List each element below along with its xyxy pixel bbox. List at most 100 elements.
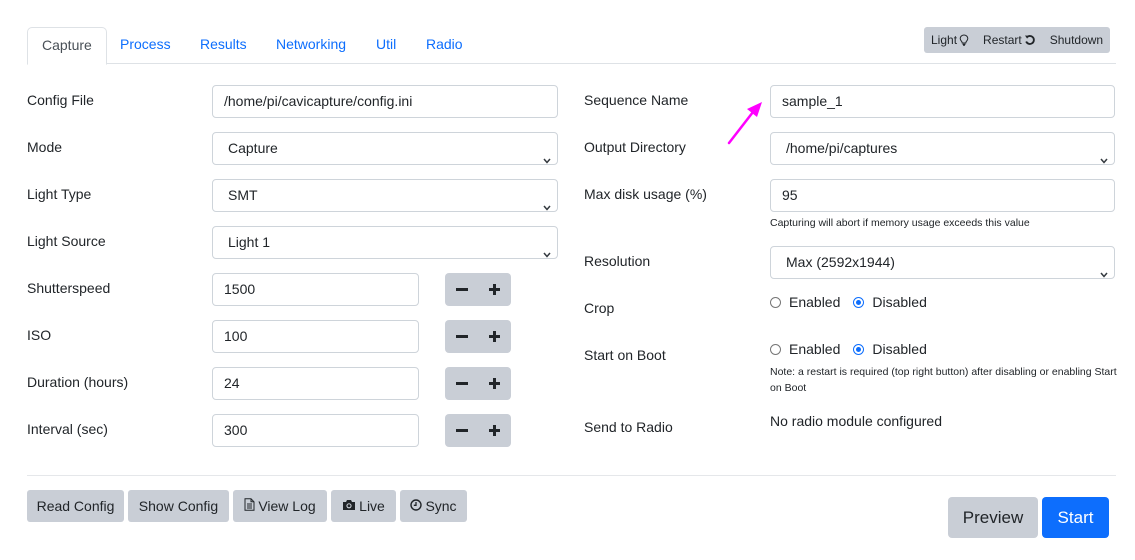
light-type-value: SMT	[228, 187, 258, 203]
lightbulb-icon	[959, 34, 969, 46]
config-file-input[interactable]: /home/pi/cavicapture/config.ini	[212, 85, 558, 118]
chevron-down-icon	[543, 238, 551, 258]
iso-input[interactable]: 100	[212, 320, 419, 353]
restart-button[interactable]: Restart	[976, 27, 1043, 53]
sync-button[interactable]: Sync	[400, 490, 467, 522]
mode-value: Capture	[228, 140, 278, 156]
chevron-down-icon	[543, 144, 551, 164]
output-directory-select[interactable]: /home/pi/captures	[770, 132, 1115, 165]
decrement-button[interactable]	[445, 414, 478, 447]
resolution-label: Resolution	[584, 253, 651, 269]
light-source-label: Light Source	[27, 233, 106, 249]
start-on-boot-enabled-radio[interactable]: Enabled	[770, 341, 840, 357]
plus-icon	[489, 378, 500, 389]
plus-icon	[489, 425, 500, 436]
iso-stepper	[445, 320, 511, 353]
shutterspeed-label: Shutterspeed	[27, 280, 111, 296]
crop-enabled-radio[interactable]: Enabled	[770, 294, 840, 310]
interval-label: Interval (sec)	[27, 421, 108, 437]
tab-radio[interactable]: Radio	[412, 27, 477, 64]
live-button[interactable]: Live	[331, 490, 396, 522]
chevron-down-icon	[543, 191, 551, 211]
radio-checked-icon	[853, 343, 865, 355]
config-file-label: Config File	[27, 92, 94, 108]
mode-select[interactable]: Capture	[212, 132, 558, 165]
plus-icon	[489, 284, 500, 295]
sync-label: Sync	[425, 498, 457, 514]
view-log-button[interactable]: View Log	[233, 490, 327, 522]
minus-icon	[455, 382, 468, 385]
crop-label: Crop	[584, 300, 615, 316]
minus-icon	[455, 429, 468, 432]
restart-icon	[1024, 34, 1036, 46]
output-directory-value: /home/pi/captures	[786, 140, 898, 156]
start-on-boot-radio-group: Enabled Disabled	[770, 341, 940, 357]
max-disk-usage-help: Capturing will abort if memory usage exc…	[770, 217, 1030, 229]
increment-button[interactable]	[478, 273, 511, 306]
view-log-label: View Log	[258, 498, 316, 514]
plus-icon	[489, 331, 500, 342]
chevron-down-icon	[1100, 258, 1108, 278]
start-on-boot-label: Start on Boot	[584, 347, 666, 363]
iso-label: ISO	[27, 327, 52, 343]
minus-icon	[455, 335, 468, 338]
start-on-boot-help: Note: a restart is required (top right b…	[770, 366, 1117, 394]
max-disk-usage-label: Max disk usage (%)	[584, 186, 707, 202]
decrement-button[interactable]	[445, 273, 478, 306]
capture-page: Capture Process Results Networking Util …	[0, 0, 1135, 560]
light-label: Light	[931, 33, 958, 47]
crop-radio-group: Enabled Disabled	[770, 294, 940, 310]
start-on-boot-disabled-label: Disabled	[872, 341, 927, 357]
light-type-select[interactable]: SMT	[212, 179, 558, 212]
start-on-boot-enabled-label: Enabled	[789, 341, 841, 357]
start-on-boot-disabled-radio[interactable]: Disabled	[853, 341, 927, 357]
max-disk-usage-input[interactable]: 95	[770, 179, 1115, 212]
divider	[27, 475, 1116, 476]
interval-input[interactable]: 300	[212, 414, 419, 447]
light-button[interactable]: Light	[924, 27, 976, 53]
shutterspeed-stepper	[445, 273, 511, 306]
mode-label: Mode	[27, 139, 63, 155]
interval-stepper	[445, 414, 511, 447]
duration-input[interactable]: 24	[212, 367, 419, 400]
crop-disabled-label: Disabled	[872, 294, 927, 310]
crop-disabled-radio[interactable]: Disabled	[853, 294, 927, 310]
resolution-select[interactable]: Max (2592x1944)	[770, 246, 1115, 279]
tab-util[interactable]: Util	[362, 27, 410, 64]
restart-label: Restart	[983, 33, 1022, 47]
light-source-select[interactable]: Light 1	[212, 226, 558, 259]
camera-icon	[342, 490, 356, 522]
shutterspeed-input[interactable]: 1500	[212, 273, 419, 306]
minus-icon	[455, 288, 468, 291]
tab-capture[interactable]: Capture	[27, 27, 107, 65]
live-label: Live	[359, 498, 385, 514]
radio-unchecked-icon	[770, 343, 781, 355]
chevron-down-icon	[1100, 144, 1108, 164]
tab-results[interactable]: Results	[186, 27, 261, 64]
file-text-icon	[244, 490, 255, 522]
light-type-label: Light Type	[27, 186, 92, 202]
system-button-group: Light Restart Shutdown	[924, 27, 1111, 53]
sequence-name-input[interactable]: sample_1	[770, 85, 1115, 118]
duration-label: Duration (hours)	[27, 374, 129, 390]
shutdown-label: Shutdown	[1049, 33, 1104, 47]
decrement-button[interactable]	[445, 320, 478, 353]
increment-button[interactable]	[478, 414, 511, 447]
increment-button[interactable]	[478, 320, 511, 353]
radio-checked-icon	[853, 296, 865, 308]
show-config-button[interactable]: Show Config	[128, 490, 229, 522]
output-directory-label: Output Directory	[584, 139, 686, 155]
clock-icon	[410, 490, 423, 522]
preview-button[interactable]: Preview	[948, 497, 1038, 538]
increment-button[interactable]	[478, 367, 511, 400]
tab-process[interactable]: Process	[106, 27, 185, 64]
shutdown-button[interactable]: Shutdown	[1043, 27, 1110, 53]
sequence-name-label: Sequence Name	[584, 92, 689, 108]
light-source-value: Light 1	[228, 234, 271, 250]
duration-stepper	[445, 367, 511, 400]
tab-networking[interactable]: Networking	[262, 27, 360, 64]
read-config-button[interactable]: Read Config	[27, 490, 124, 522]
send-to-radio-label: Send to Radio	[584, 419, 673, 435]
decrement-button[interactable]	[445, 367, 478, 400]
start-button[interactable]: Start	[1042, 497, 1109, 538]
